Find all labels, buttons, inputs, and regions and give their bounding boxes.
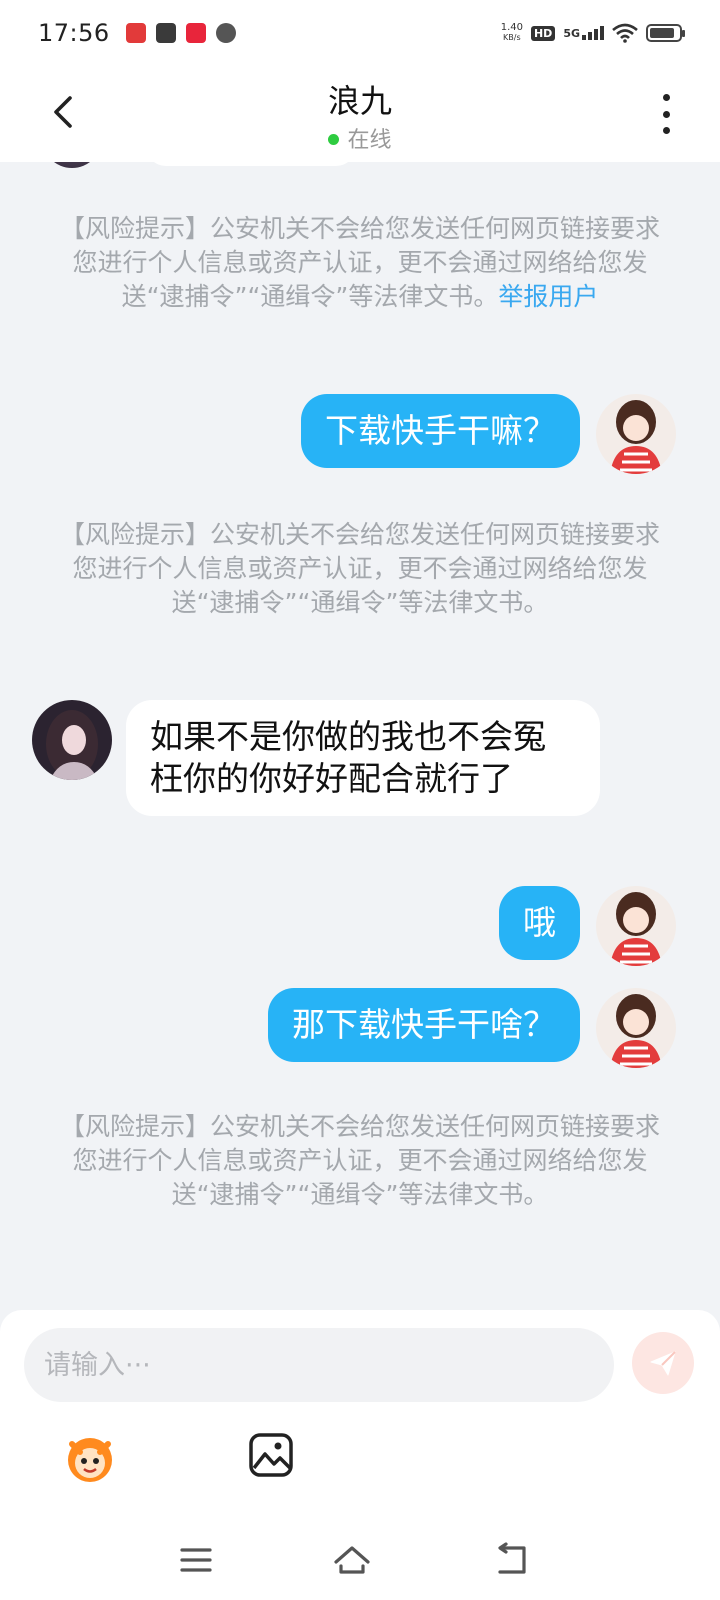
- message-bubble[interactable]: [146, 162, 356, 166]
- more-vertical-icon: [662, 94, 670, 101]
- avatar[interactable]: [42, 162, 102, 168]
- app-notification-icon: [125, 23, 146, 43]
- online-dot-icon: [328, 134, 340, 145]
- emoji-mascot-icon: [68, 1438, 112, 1482]
- chat-header: 浪九 在线: [0, 66, 720, 162]
- more-options-button[interactable]: [660, 94, 672, 134]
- system-nav-bar: [0, 1500, 720, 1600]
- network-type: 5G: [563, 27, 580, 40]
- risk-notice: 【风险提示】公安机关不会给您发送任何网页链接要求您进行个人信息或资产认证，更不会…: [60, 212, 660, 314]
- image-button[interactable]: [248, 1432, 294, 1478]
- online-status-text: 在线: [347, 128, 392, 153]
- nav-home-button[interactable]: [332, 1540, 372, 1580]
- network-speed: 1.40 KB/s: [501, 23, 523, 43]
- risk-notice: 【风险提示】公安机关不会给您发送任何网页链接要求您进行个人信息或资产认证，更不会…: [60, 520, 661, 617]
- status-time: 17:56: [38, 19, 110, 47]
- battery-level: [650, 28, 674, 38]
- hd-badge: HD: [530, 25, 556, 41]
- online-status: 在线: [0, 122, 720, 154]
- risk-notice: 【风险提示】公安机关不会给您发送任何网页链接要求您进行个人信息或资产认证，更不会…: [60, 1112, 661, 1209]
- battery-icon: [646, 24, 685, 42]
- send-button[interactable]: [632, 1332, 694, 1394]
- nav-menu-button[interactable]: [176, 1540, 216, 1580]
- back-icon: [498, 1542, 526, 1574]
- wifi-icon: [612, 23, 638, 43]
- chat-messages[interactable]: 【风险提示】公安机关不会给您发送任何网页链接要求您进行个人信息或资产认证，更不会…: [0, 162, 720, 1310]
- nav-back-button[interactable]: [492, 1540, 532, 1580]
- status-bar: 17:56 1.40 KB/s HD 5G: [0, 0, 720, 66]
- message-bubble-mine[interactable]: 哦: [499, 886, 580, 960]
- contact-name: 浪九: [327, 82, 392, 120]
- image-icon: [249, 1433, 293, 1477]
- message-bubble-mine[interactable]: 下载快手干嘛？: [301, 394, 580, 468]
- message-input[interactable]: [24, 1328, 614, 1402]
- network-speed-value: 1.40: [500, 22, 523, 33]
- signal-icon: 5G: [563, 26, 604, 40]
- my-avatar[interactable]: [596, 886, 676, 966]
- home-icon: [334, 1546, 370, 1574]
- my-avatar[interactable]: [596, 988, 676, 1068]
- message-bubble-theirs[interactable]: 如果不是你做的我也不会冤枉你的你好好配合就行了: [126, 700, 600, 816]
- app-notification-icon: [215, 23, 236, 43]
- emoji-button[interactable]: [62, 1430, 118, 1486]
- menu-icon: [180, 1548, 212, 1572]
- contact-avatar[interactable]: [32, 700, 112, 780]
- network-speed-unit: KB/s: [503, 33, 521, 42]
- app-notification-icon: [185, 23, 206, 43]
- status-notification-icons: [125, 23, 236, 43]
- my-avatar[interactable]: [596, 394, 676, 474]
- message-bubble-mine[interactable]: 那下载快手干啥？: [268, 988, 580, 1062]
- send-icon: [650, 1351, 676, 1376]
- report-user-link[interactable]: 举报用户: [498, 282, 598, 311]
- app-notification-icon: [155, 23, 176, 43]
